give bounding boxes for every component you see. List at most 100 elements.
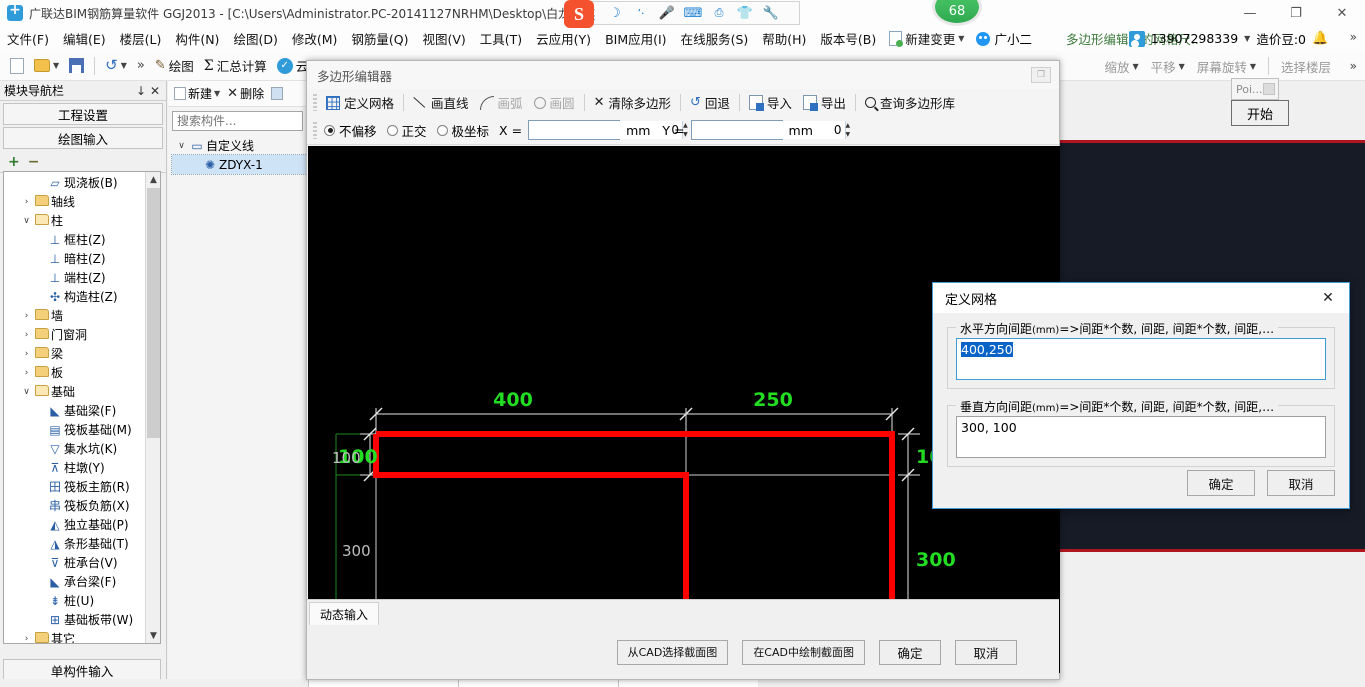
menu-overflow-icon[interactable]: » <box>1350 30 1357 44</box>
draw-line-button[interactable]: 画直线 <box>408 92 474 114</box>
query-polygon-library-button[interactable]: 查询多边形库 <box>860 92 960 114</box>
y-stepper[interactable]: ▲▼ <box>690 120 851 140</box>
x-stepper[interactable]: ▲▼ <box>528 120 688 140</box>
polygon-cancel-button[interactable]: 取消 <box>955 639 1017 665</box>
define-grid-close-icon[interactable]: ✕ <box>1307 283 1349 313</box>
nav-close-icon[interactable]: ✕ <box>148 84 162 98</box>
tree-item[interactable]: ✺ ZDYX-1 <box>171 154 308 175</box>
tree-item[interactable]: ◣ 基础梁(F) <box>4 401 147 420</box>
sogou-logo-icon[interactable]: S <box>564 0 594 28</box>
tree-twisty-icon[interactable]: ∨ <box>175 141 188 151</box>
y-up-icon[interactable]: ▲ <box>846 121 851 130</box>
polar-radio[interactable] <box>436 124 448 136</box>
menu-member[interactable]: 构件(N) <box>168 26 226 51</box>
x-input[interactable] <box>529 121 683 139</box>
module-tree-scrollbar[interactable]: ▲ ▼ <box>145 172 160 643</box>
tree-item[interactable]: ▽ 集水坑(K) <box>4 439 147 458</box>
tree-item[interactable]: › 板 <box>4 363 147 382</box>
component-copy-button[interactable] <box>269 85 285 102</box>
ime-moon-icon[interactable]: ☽ <box>602 6 628 21</box>
tab-dynamic-input[interactable]: 动态输入 <box>309 602 380 625</box>
option-orthogonal[interactable]: 正交 <box>386 121 427 140</box>
draw-circle-button[interactable]: 画圆 <box>529 92 580 114</box>
tree-item[interactable]: ∨ ▭ 自定义线 <box>172 136 307 155</box>
tree-twisty-icon[interactable]: ∨ <box>20 387 33 397</box>
rotate-chevron-down-icon[interactable]: ▼ <box>1250 62 1256 71</box>
close-button[interactable]: ✕ <box>1319 0 1365 26</box>
menu-version[interactable]: 版本号(B) <box>813 26 883 51</box>
tree-twisty-icon[interactable]: › <box>20 311 33 321</box>
menu-bim[interactable]: BIM应用(I) <box>598 26 674 51</box>
horizontal-spacing-input[interactable]: 400,250 <box>956 338 1326 380</box>
import-button[interactable]: 导入 <box>744 92 797 114</box>
tree-item[interactable]: 田筏板主筋(R) <box>4 477 147 496</box>
menu-modify[interactable]: 修改(M) <box>285 26 345 51</box>
ime-microphone-icon[interactable]: 🎤 <box>654 6 680 21</box>
expand-all-icon[interactable]: + <box>8 155 20 169</box>
account-phone[interactable]: 13907298339 <box>1151 31 1238 46</box>
tree-twisty-icon[interactable]: › <box>20 368 33 378</box>
ime-keyboard-icon[interactable]: ⌨ <box>680 6 706 21</box>
new-component-chevron-down-icon[interactable]: ▼ <box>214 89 220 98</box>
toolbar-grip-icon[interactable] <box>313 94 317 111</box>
ime-punctuation-icon[interactable]: ’· <box>628 7 654 20</box>
poi-button-icon[interactable] <box>1263 83 1275 95</box>
bell-icon[interactable]: 🔔 <box>1312 32 1328 46</box>
tree-item[interactable]: › 门窗洞 <box>4 325 147 344</box>
define-grid-button[interactable]: 定义网格 <box>321 92 399 114</box>
tree-item[interactable]: ✣ 构造柱(Z) <box>4 287 147 306</box>
tree-twisty-icon[interactable]: › <box>20 197 33 207</box>
clear-polygon-button[interactable]: ✕ 清除多边形 <box>589 92 676 114</box>
orthogonal-radio[interactable] <box>386 124 398 136</box>
tree-item[interactable]: › 墙 <box>4 306 147 325</box>
tree-item[interactable]: ⇟ 桩(U) <box>4 591 147 610</box>
grid-ok-button[interactable]: 确定 <box>1187 470 1255 496</box>
save-button[interactable] <box>65 54 88 78</box>
tree-item[interactable]: ⊽ 桩承台(V) <box>4 553 147 572</box>
tree-twisty-icon[interactable]: ∨ <box>20 216 33 226</box>
nav-tab-project-settings[interactable]: 工程设置 <box>3 103 163 125</box>
no-offset-radio[interactable] <box>324 124 335 136</box>
tree-item[interactable]: ▱ 现浇板(B) <box>4 173 147 192</box>
export-button[interactable]: 导出 <box>798 92 851 114</box>
poi-tooltip[interactable]: Poi... <box>1231 78 1279 100</box>
tree-item[interactable]: ◭ 独立基础(P) <box>4 515 147 534</box>
vertical-spacing-input[interactable]: 300, 100 <box>956 416 1326 458</box>
tree-item[interactable]: ⊥ 框柱(Z) <box>4 230 147 249</box>
draw-button[interactable]: ✎ 绘图 <box>151 54 198 78</box>
tree-item[interactable]: ⊥ 端柱(Z) <box>4 268 147 287</box>
tree-item[interactable]: › 轴线 <box>4 192 147 211</box>
chevron-down-icon[interactable]: ▼ <box>958 34 964 43</box>
menu-tools[interactable]: 工具(T) <box>473 26 529 51</box>
summary-button[interactable]: Σ 汇总计算 <box>200 54 271 78</box>
zoom-button[interactable]: 缩放 ▼ <box>1100 54 1142 78</box>
tree-item[interactable]: ◣ 承台梁(F) <box>4 572 147 591</box>
search-input[interactable] <box>172 111 303 131</box>
undo-chevron-down-icon[interactable]: ▼ <box>121 61 127 70</box>
option-polar[interactable]: 极坐标 <box>436 121 489 140</box>
account-chevron-down-icon[interactable]: ▼ <box>1244 34 1250 43</box>
menu-cloud[interactable]: 云应用(Y) <box>529 26 598 51</box>
menu-online-service[interactable]: 在线服务(S) <box>674 26 756 51</box>
polygon-ok-button[interactable]: 确定 <box>879 639 941 665</box>
component-new-button[interactable]: 新建 ▼ <box>172 83 222 104</box>
undo-button[interactable]: ↺ ▼ <box>101 54 131 78</box>
tree-item[interactable]: ⊥ 暗柱(Z) <box>4 249 147 268</box>
tree-item[interactable]: ◮ 条形基础(T) <box>4 534 147 553</box>
open-file-button[interactable]: ▼ <box>30 54 63 78</box>
ime-toolbox-icon[interactable]: ⎙ <box>706 6 732 20</box>
toolbar-overflow-button[interactable]: » <box>133 54 149 78</box>
tree-item[interactable]: ∨ 基础 <box>4 382 147 401</box>
nav-tab-drawing-input[interactable]: 绘图输入 <box>3 127 163 149</box>
cad-draw-section-button[interactable]: 在CAD中绘制截面图 <box>742 639 865 665</box>
ime-wrench-icon[interactable]: 🔧 <box>758 6 784 21</box>
restore-button[interactable]: ❐ <box>1273 0 1319 26</box>
ime-toolbar[interactable]: S 英 ☽ ’· 🎤 ⌨ ⎙ 👕 🔧 <box>564 0 800 28</box>
cad-select-section-button[interactable]: 从CAD选择截面图 <box>616 639 729 665</box>
select-floor-button[interactable]: 选择楼层 <box>1277 54 1335 78</box>
polygon-editor-restore-icon[interactable]: ❐ <box>1031 67 1051 83</box>
tree-item[interactable]: › 其它 <box>4 629 147 643</box>
menu-draw[interactable]: 绘图(D) <box>226 26 284 51</box>
ime-skin-icon[interactable]: 👕 <box>732 6 758 21</box>
toolbar-right-overflow-icon[interactable]: » <box>1350 59 1357 73</box>
